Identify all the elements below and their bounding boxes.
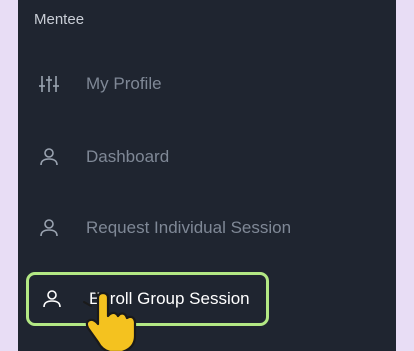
sidebar-item-label: Dashboard (86, 147, 170, 166)
sidebar-panel: Mentee My Profile Dashboard Request Indi… (18, 0, 396, 351)
sidebar-item-dashboard[interactable]: Dashboard (32, 133, 169, 181)
hand-pointer-icon (83, 292, 137, 351)
sidebar-item-my-profile[interactable]: My Profile (32, 60, 162, 108)
sliders-icon (38, 73, 60, 95)
section-label-mentee: Mentee (34, 11, 85, 28)
user-icon (38, 146, 60, 168)
sidebar-item-label: My Profile (86, 74, 162, 93)
sidebar-item-request-individual-session[interactable]: Request Individual Session (32, 204, 291, 252)
sidebar-item-label: Request Individual Session (86, 218, 292, 237)
user-icon (41, 288, 63, 310)
sidebar-item-enroll-group-session[interactable]: Enroll Group Session (26, 272, 269, 326)
user-icon (38, 217, 60, 239)
